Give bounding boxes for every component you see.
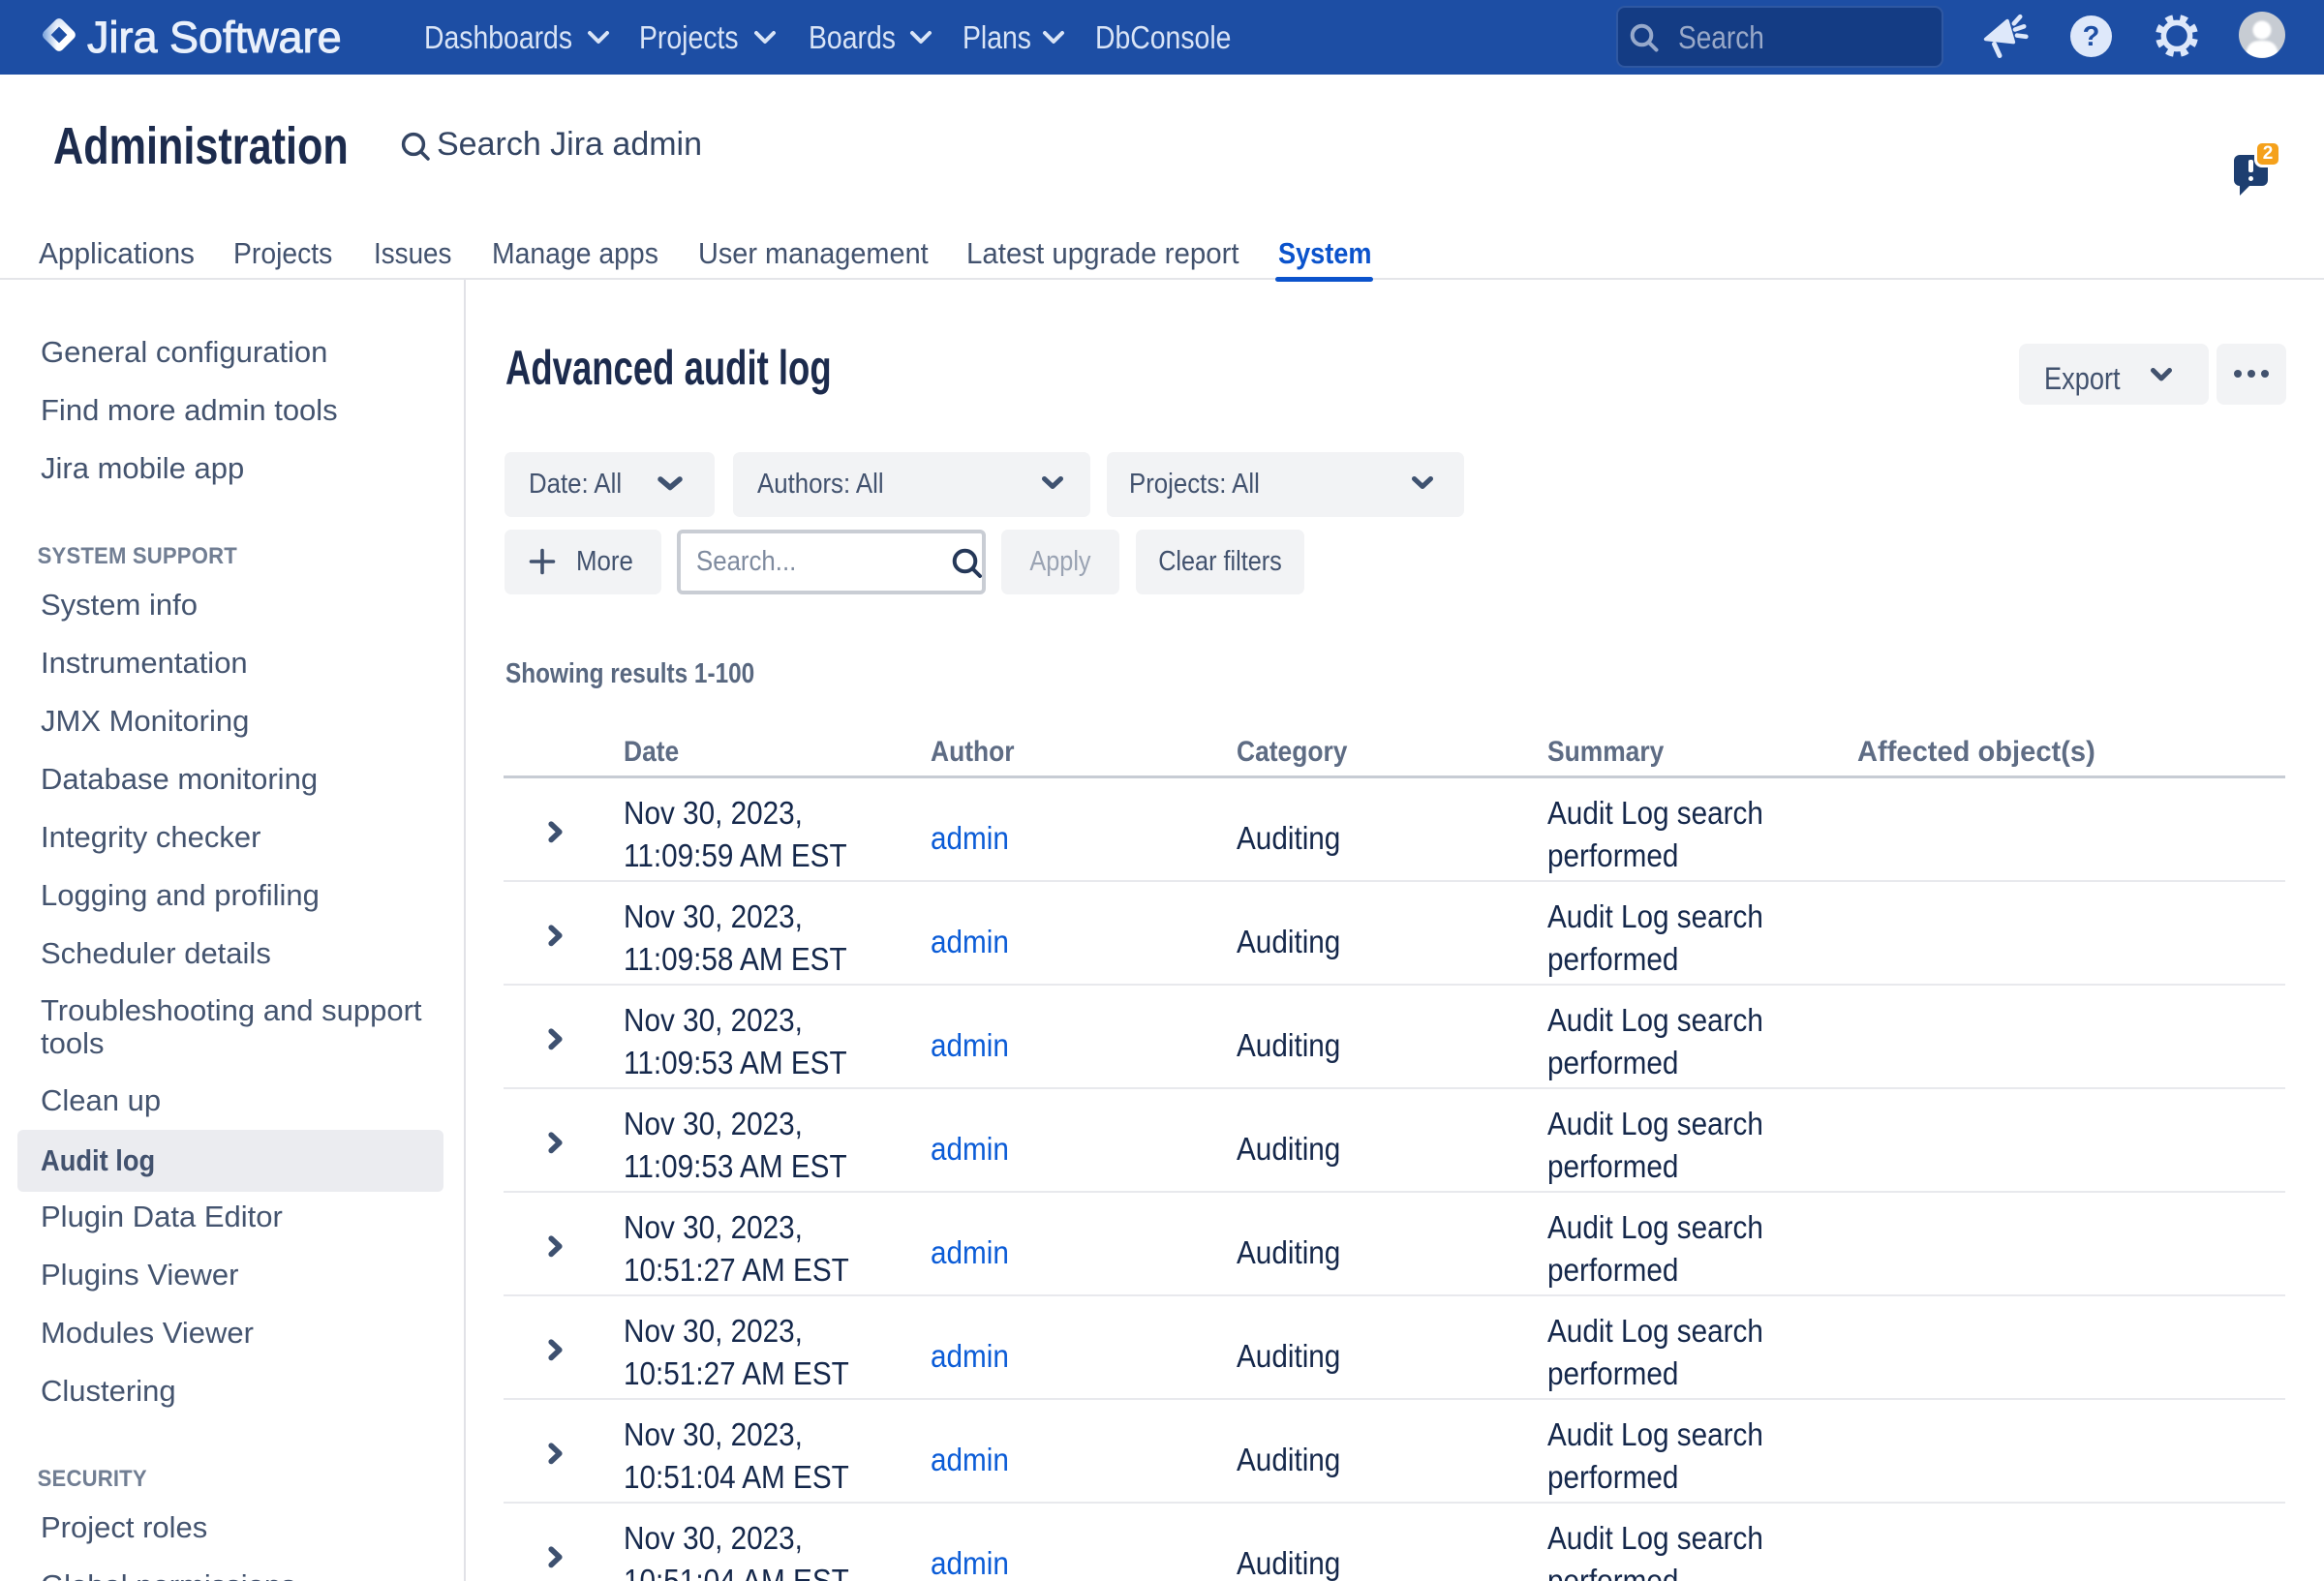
- svg-text:?: ?: [2083, 21, 2100, 52]
